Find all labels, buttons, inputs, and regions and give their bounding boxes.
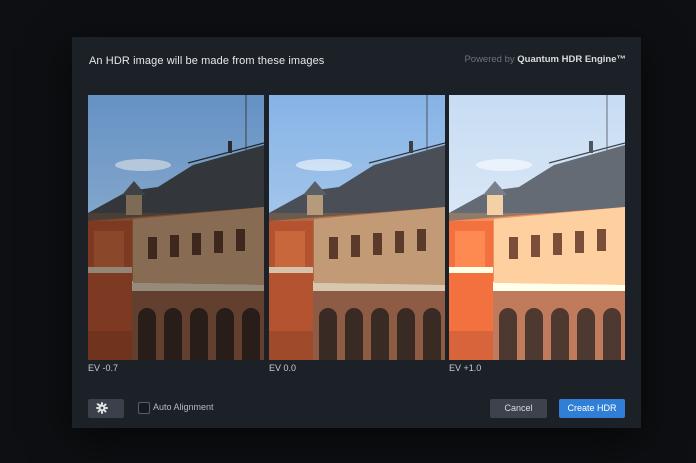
cancel-button[interactable]: Cancel: [490, 399, 547, 418]
building-photo: [88, 95, 264, 360]
building-photo: [269, 95, 445, 360]
powered-by-text: Powered by Quantum HDR Engine™: [464, 54, 626, 65]
chevron-down-icon: [96, 403, 103, 408]
building-photo: [449, 95, 625, 360]
exposure-label: EV -0.7: [88, 363, 119, 373]
exposure-label: EV 0.0: [269, 363, 297, 373]
powered-prefix: Powered by: [464, 54, 515, 65]
source-images: EV -0.7 EV 0.0 EV +1.0: [88, 95, 625, 373]
engine-brand: Quantum HDR Engine™: [517, 54, 626, 65]
settings-dropdown-button[interactable]: [88, 399, 124, 418]
hdr-dialog: An HDR image will be made from these ima…: [72, 37, 641, 428]
auto-alignment-checkbox[interactable]: [138, 402, 150, 414]
image-thumb-ev-zero[interactable]: EV 0.0: [269, 95, 445, 373]
create-hdr-button[interactable]: Create HDR: [559, 399, 625, 418]
dialog-footer: Auto Alignment Cancel Create HDR: [88, 399, 625, 419]
image-thumb-ev-plus[interactable]: EV +1.0: [449, 95, 625, 373]
auto-alignment-label: Auto Alignment: [153, 402, 214, 412]
dialog-title: An HDR image will be made from these ima…: [89, 55, 325, 67]
app-background: An HDR image will be made from these ima…: [0, 0, 696, 463]
image-thumb-ev-minus[interactable]: EV -0.7: [88, 95, 264, 373]
exposure-label: EV +1.0: [449, 363, 482, 373]
